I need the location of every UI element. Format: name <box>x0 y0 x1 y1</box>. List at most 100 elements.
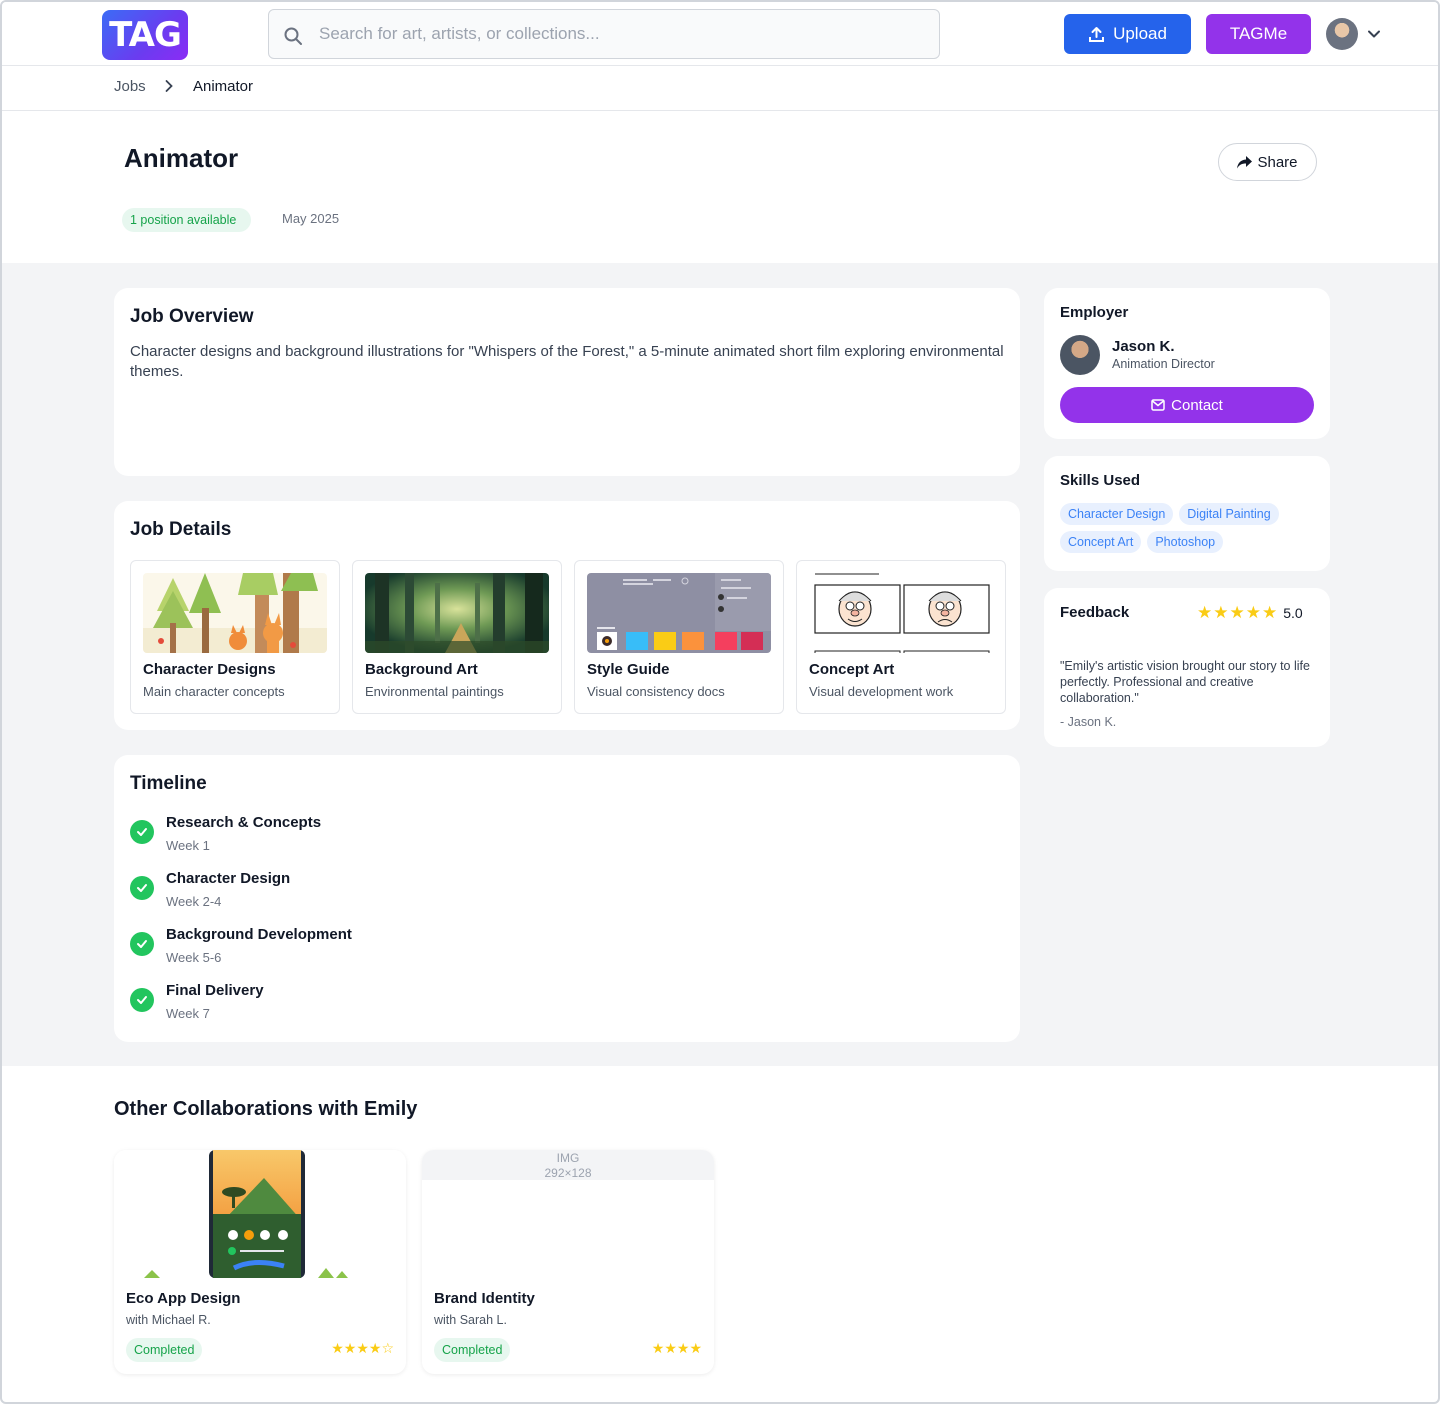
top-nav: TAG Upload TAGMe <box>2 2 1438 66</box>
upload-label: Upload <box>1113 24 1167 43</box>
breadcrumb-current: Animator <box>193 78 254 95</box>
positions-badge: 1 position available <box>122 208 252 232</box>
job-details-heading: Job Details <box>130 519 232 540</box>
star-icon: ★ <box>1197 603 1213 622</box>
skills-card: Skills Used Character Design Digital Pai… <box>1044 456 1330 571</box>
timeline-card: Timeline Research & Concepts Week 1 Char… <box>114 755 1020 1042</box>
collaboration-rating: ★★★★☆ <box>331 1341 394 1355</box>
detail-tile-character-designs[interactable]: Character Designs Main character concept… <box>130 560 340 714</box>
timeline-item-title: Final Delivery <box>166 982 264 999</box>
search-icon <box>284 27 302 45</box>
status-badge: Completed <box>434 1338 511 1362</box>
star-icon: ★ <box>1229 603 1245 622</box>
star-icon: ★ <box>1262 603 1278 622</box>
timeline-heading: Timeline <box>130 773 207 794</box>
employer-name[interactable]: Jason K. <box>1112 338 1175 355</box>
star-icon: ★ <box>1213 603 1229 622</box>
timeline-item-title: Character Design <box>166 870 291 887</box>
feedback-card: Feedback ★ ★ ★ ★ ★ 5.0 "Emily's artistic… <box>1044 588 1330 747</box>
employer-avatar <box>1060 335 1100 375</box>
employer-heading: Employer <box>1060 304 1129 321</box>
rating-value: 5.0 <box>1283 604 1303 621</box>
timeline-item-title: Research & Concepts <box>166 814 322 831</box>
star-rating-icons: ★★★★ <box>651 1340 702 1356</box>
detail-tile-style-guide[interactable]: Style Guide Visual consistency docs <box>574 560 784 714</box>
search-input[interactable] <box>319 24 879 44</box>
timeline-item-week: Week 7 <box>166 1006 210 1021</box>
share-button[interactable]: Share <box>1218 143 1317 181</box>
employer-card: Employer Jason K. Animation Director Con… <box>1044 288 1330 439</box>
tile-title: Concept Art <box>809 661 895 678</box>
collaboration-title: Brand Identity <box>434 1290 535 1307</box>
collaboration-rating: ★★★★ <box>652 1341 702 1355</box>
job-overview-heading: Job Overview <box>130 306 254 327</box>
tile-description: Main character concepts <box>143 684 285 699</box>
collaboration-card[interactable]: IMG 292×128 Brand Identity with Sarah L.… <box>422 1150 714 1374</box>
tile-description: Environmental paintings <box>365 684 504 699</box>
skill-chip[interactable]: Digital Painting <box>1179 503 1279 525</box>
skill-chip[interactable]: Character Design <box>1060 503 1174 525</box>
timeline-item-week: Week 2-4 <box>166 894 222 909</box>
tagme-button[interactable]: TAGMe <box>1206 14 1311 54</box>
star-rating-icons: ★★★★☆ <box>331 1340 394 1356</box>
chevron-down-icon[interactable] <box>1366 26 1382 42</box>
tile-title: Character Designs <box>143 661 276 678</box>
detail-tile-concept-art[interactable]: Concept Art Visual development work <box>796 560 1006 714</box>
mail-icon <box>1151 399 1165 411</box>
check-circle-icon <box>130 876 154 900</box>
check-circle-icon <box>130 988 154 1012</box>
detail-tile-background-art[interactable]: Background Art Environmental paintings <box>352 560 562 714</box>
job-date: May 2025 <box>282 211 340 226</box>
collaboration-partner: with Sarah L. <box>434 1313 507 1327</box>
timeline-item-week: Week 5-6 <box>166 950 222 965</box>
status-badge: Completed <box>126 1338 203 1362</box>
contact-button[interactable]: Contact <box>1060 387 1314 423</box>
job-overview-text: Character designs and background illustr… <box>130 343 1004 380</box>
tile-description: Visual consistency docs <box>587 684 725 699</box>
upload-icon <box>1089 26 1105 42</box>
feedback-quote: "Emily's artistic vision brought our sto… <box>1060 659 1310 705</box>
collaborations-heading: Other Collaborations with Emily <box>114 1098 418 1120</box>
star-icon: ★ <box>1245 603 1261 622</box>
image-placeholder: IMG 292×128 <box>422 1150 714 1180</box>
user-avatar[interactable] <box>1326 18 1358 50</box>
image-placeholder-size: 292×128 <box>544 1166 592 1180</box>
upload-button[interactable]: Upload <box>1064 14 1191 54</box>
check-circle-icon <box>130 932 154 956</box>
rating-stars: ★ ★ ★ ★ ★ 5.0 <box>1197 604 1303 621</box>
skills-list: Character Design Digital Painting Concep… <box>1060 503 1314 553</box>
tag-logo[interactable]: TAG <box>102 10 188 60</box>
skill-chip[interactable]: Photoshop <box>1147 531 1224 553</box>
feedback-author: - Jason K. <box>1060 715 1117 729</box>
job-overview-card: Job Overview Character designs and backg… <box>114 288 1020 476</box>
collaboration-card[interactable]: Eco App Design with Michael R. Completed… <box>114 1150 406 1374</box>
background-art-image <box>365 573 549 653</box>
collaboration-title: Eco App Design <box>126 1290 241 1307</box>
job-details-card: Job Details Character Designs Main chara… <box>114 501 1020 730</box>
tile-title: Background Art <box>365 661 478 678</box>
breadcrumb: Jobs Animator <box>2 66 1438 111</box>
employer-role: Animation Director <box>1112 357 1215 371</box>
brand-identity-image: IMG 292×128 <box>422 1150 714 1278</box>
style-guide-image <box>587 573 771 653</box>
image-placeholder-label: IMG <box>556 1151 580 1165</box>
tile-title: Style Guide <box>587 661 670 678</box>
share-icon <box>1237 155 1253 168</box>
character-designs-image <box>143 573 327 653</box>
concept-art-image <box>809 573 993 653</box>
page-title: Animator <box>124 143 239 173</box>
skill-chip[interactable]: Concept Art <box>1060 531 1142 553</box>
page: TAG Upload TAGMe Jobs Animator An <box>0 0 1440 1404</box>
timeline-item-title: Background Development <box>166 926 352 943</box>
collaboration-partner: with Michael R. <box>126 1313 211 1327</box>
skills-heading: Skills Used <box>1060 472 1141 489</box>
share-label: Share <box>1257 153 1298 171</box>
search-bar[interactable] <box>268 9 940 59</box>
chevron-right-icon <box>165 80 173 92</box>
check-circle-icon <box>130 820 154 844</box>
tile-description: Visual development work <box>809 684 954 699</box>
eco-app-image <box>114 1150 406 1278</box>
contact-label: Contact <box>1171 396 1223 414</box>
timeline-item-week: Week 1 <box>166 838 210 853</box>
breadcrumb-jobs-link[interactable]: Jobs <box>114 78 146 95</box>
